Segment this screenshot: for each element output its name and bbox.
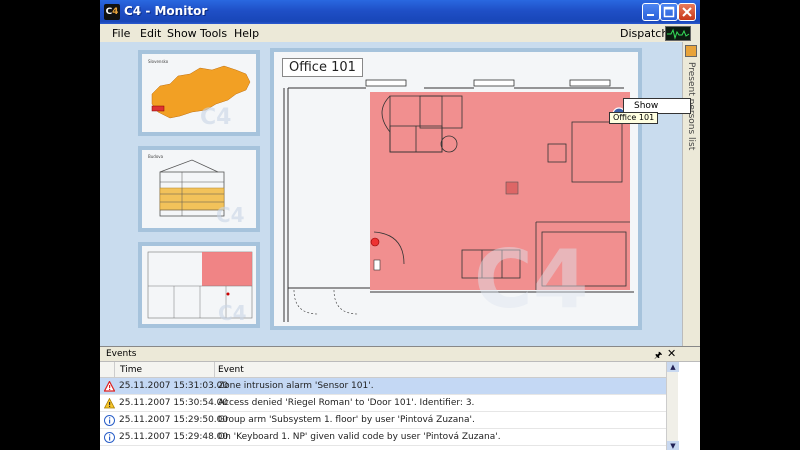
svg-text:Slovensko: Slovensko — [148, 59, 169, 64]
maximize-button[interactable] — [660, 3, 678, 21]
c4-logo-icon: C4 — [104, 4, 120, 20]
title-bar[interactable]: C4 C4 - Monitor — [100, 0, 700, 24]
events-scrollbar[interactable]: ▲ ▼ — [666, 362, 679, 450]
menu-tools[interactable]: Tools — [200, 27, 227, 40]
event-time: 25.11.2007 15:31:03.00 — [119, 381, 229, 391]
event-time: 25.11.2007 15:30:54.00 — [119, 398, 229, 408]
monitor-window: C4 C4 - Monitor File Edit Show Tools Hel… — [100, 0, 700, 450]
event-time: 25.11.2007 15:29:50.00 — [119, 415, 229, 425]
zone-tooltip: Office 101 — [609, 112, 659, 124]
main-floor-plan[interactable]: Office 101 C4 — [270, 48, 642, 330]
minimize-icon — [647, 14, 654, 16]
event-text: On 'Keyboard 1. NP' given valid code by … — [218, 432, 501, 442]
svg-text:C4: C4 — [474, 233, 588, 326]
event-row[interactable]: 25.11.2007 15:31:03.00 Zone intrusion al… — [100, 378, 666, 395]
column-time[interactable]: Time — [120, 365, 142, 375]
alarm-icon — [104, 381, 115, 392]
present-persons-icon — [685, 45, 697, 57]
column-event[interactable]: Event — [218, 365, 244, 375]
door-101-icon — [370, 237, 380, 247]
building-section-image: Budova C4 — [148, 154, 245, 227]
maximize-icon — [663, 6, 675, 18]
events-title: Events — [106, 349, 137, 359]
scroll-up-icon[interactable]: ▲ — [667, 362, 679, 372]
svg-text:C4: C4 — [216, 203, 245, 227]
menu-edit[interactable]: Edit — [140, 27, 161, 40]
menu-help[interactable]: Help — [234, 27, 259, 40]
menu-bar: File Edit Show Tools Help Dispatcher — [100, 24, 700, 42]
info-icon — [104, 415, 115, 426]
thumbnail-country-map[interactable]: Slovensko C4 — [138, 50, 260, 136]
events-column-headers: Time Event — [100, 362, 666, 378]
events-close-icon[interactable]: ✕ — [667, 347, 676, 360]
close-icon — [682, 7, 692, 17]
event-row[interactable]: 25.11.2007 15:30:54.00 Access denied 'Ri… — [100, 395, 666, 412]
thumbnail-floor-plan[interactable]: C4 — [138, 242, 260, 328]
event-text: Group arm 'Subsystem 1. floor' by user '… — [218, 415, 475, 425]
thumbnail-building-section[interactable]: Budova C4 — [138, 146, 260, 232]
info-icon — [104, 432, 115, 443]
event-row[interactable]: 25.11.2007 15:29:48.00 On 'Keyboard 1. N… — [100, 429, 666, 446]
minimize-button[interactable] — [642, 3, 660, 21]
right-panel-tab[interactable]: Present persons list — [682, 42, 700, 346]
events-panel: Events 🖈 ✕ Time Event 25.11.2007 15:31:0… — [100, 346, 700, 450]
window-title: C4 - Monitor — [124, 4, 208, 18]
dispatcher-activity-icon[interactable] — [665, 26, 691, 41]
event-text: Access denied 'Riegel Roman' to 'Door 10… — [218, 398, 475, 408]
floor-plan-thumb-image: C4 — [147, 251, 253, 325]
event-row[interactable]: 25.11.2007 15:29:50.00 Group arm 'Subsys… — [100, 412, 666, 429]
scroll-down-icon[interactable]: ▼ — [667, 441, 679, 450]
event-time: 25.11.2007 15:29:48.00 — [119, 432, 229, 442]
country-map-image: Slovensko C4 — [148, 59, 251, 130]
svg-text:C4: C4 — [200, 105, 231, 130]
menu-file[interactable]: File — [112, 27, 130, 40]
context-menu-show[interactable]: Show — [634, 101, 658, 111]
event-text: Zone intrusion alarm 'Sensor 101'. — [218, 381, 374, 391]
events-header: Events 🖈 ✕ — [100, 347, 700, 362]
office-plan-drawing: C4 — [283, 79, 634, 326]
warning-icon — [104, 398, 115, 409]
floor-plan-area: Slovensko C4 Budova C4 C4 Office 101 C4 — [100, 42, 682, 346]
close-button[interactable] — [678, 3, 696, 21]
svg-text:C4: C4 — [218, 301, 247, 324]
svg-text:Budova: Budova — [148, 154, 164, 159]
menu-show[interactable]: Show — [167, 27, 197, 40]
